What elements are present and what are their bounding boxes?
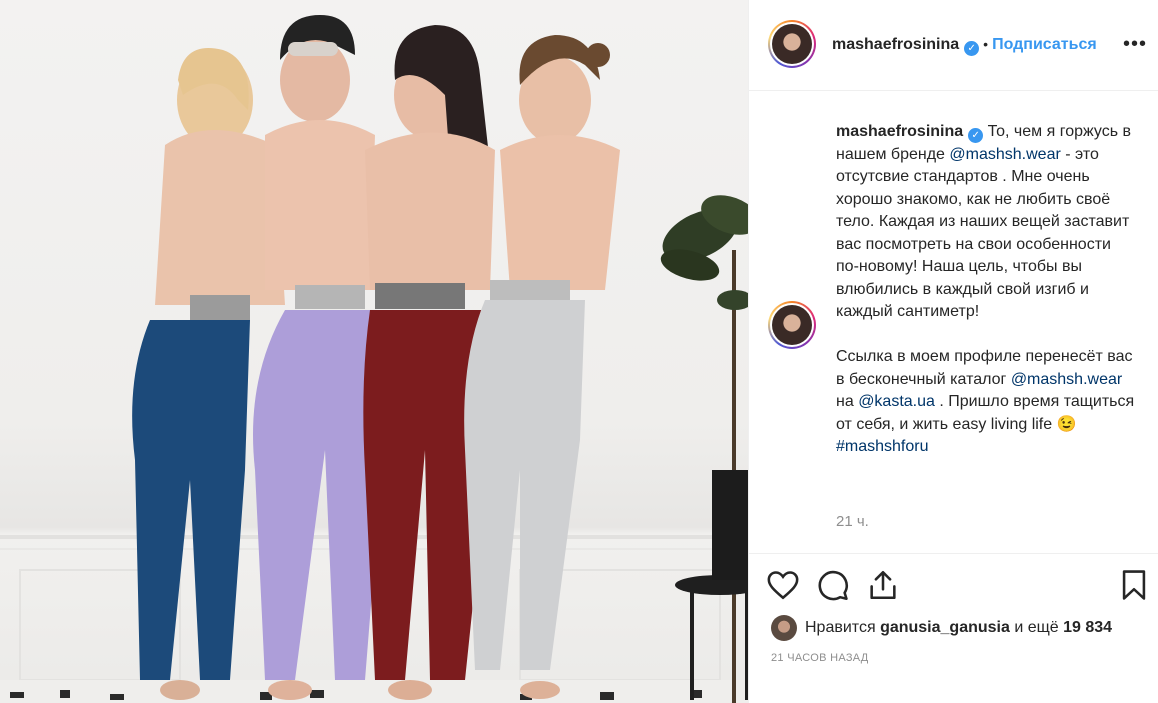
comment-icon[interactable]: [816, 568, 850, 602]
bookmark-icon[interactable]: [1117, 568, 1151, 602]
wink-emoji: 😉: [1056, 415, 1077, 433]
author-username[interactable]: mashaefrosinina: [832, 36, 959, 53]
post-photo[interactable]: [0, 0, 748, 703]
post-header: mashaefrosinina ✓ • Подписаться •••: [749, 0, 1158, 91]
liker-avatar[interactable]: [771, 615, 797, 641]
post-sidebar: mashaefrosinina ✓ • Подписаться ••• mashaef…: [748, 0, 1158, 703]
post-actions: Нравится ganusia_ganusia и ещё 19 834 21…: [749, 553, 1158, 703]
share-icon[interactable]: [866, 568, 900, 602]
caption-text: на: [836, 393, 859, 410]
author-avatar[interactable]: [768, 20, 816, 68]
caption-text: стандартов . Мне очень хорошо знакомо, к…: [836, 168, 1130, 320]
dot-separator: •: [983, 36, 989, 52]
follow-button[interactable]: Подписаться: [992, 36, 1097, 53]
more-icon[interactable]: •••: [1123, 33, 1147, 56]
caption-timestamp[interactable]: 21 ч.: [836, 513, 869, 530]
hashtag-link[interactable]: #mashshforu: [836, 438, 929, 455]
mention-link[interactable]: @kasta.ua: [858, 393, 935, 410]
liker-username[interactable]: ganusia_ganusia: [880, 619, 1010, 637]
likes-count[interactable]: 19 834: [1063, 619, 1112, 637]
posted-ago[interactable]: 21 ЧАСОВ НАЗАД: [771, 652, 869, 664]
likes-middle: и ещё: [1014, 619, 1059, 636]
verified-icon: ✓: [968, 128, 984, 143]
likes-prefix: Нравится: [805, 619, 876, 636]
post-photo-illustration: [0, 15, 748, 703]
likes-summary: Нравится ganusia_ganusia и ещё 19 834: [771, 615, 1112, 641]
mention-link[interactable]: @mashsh.wear: [949, 146, 1060, 163]
verified-icon: ✓: [964, 41, 980, 56]
caption-text: То, чем я: [987, 123, 1056, 140]
post-caption: mashaefrosinina ✓ То, чем я горжусь в наш…: [836, 121, 1136, 459]
header-meta: mashaefrosinina ✓ • Подписаться: [832, 36, 1097, 56]
mention-link[interactable]: @mashsh.wear: [1011, 371, 1122, 388]
caption-username[interactable]: mashaefrosinina: [836, 123, 963, 140]
heart-icon[interactable]: [766, 568, 800, 602]
caption-avatar[interactable]: [768, 301, 816, 349]
